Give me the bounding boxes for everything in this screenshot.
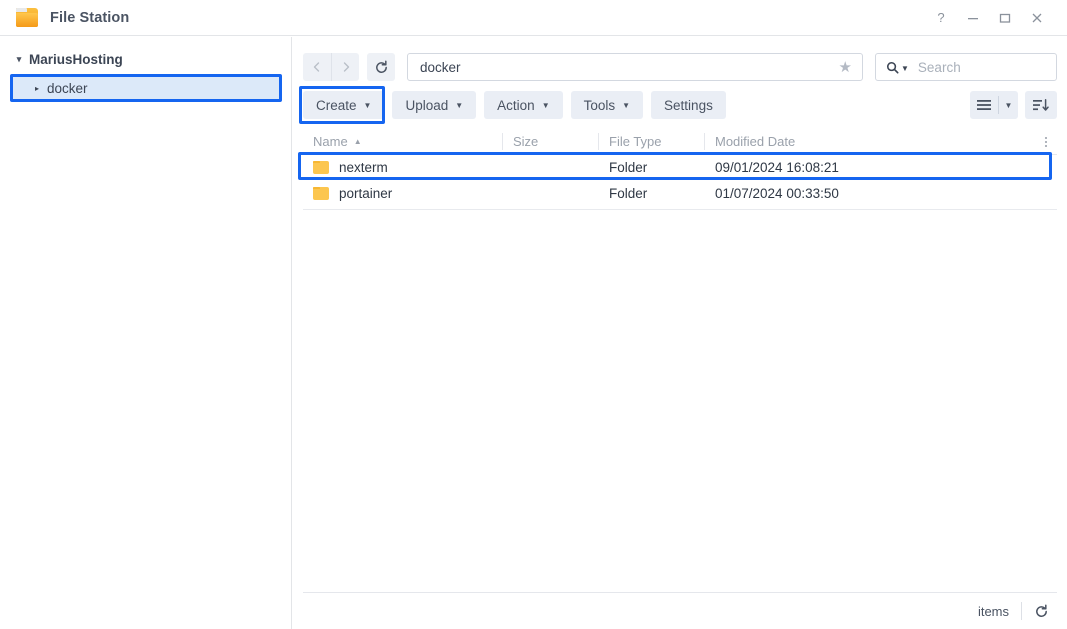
column-header-name[interactable]: Name ▲: [303, 129, 503, 155]
tools-button[interactable]: Tools ▼: [570, 91, 644, 119]
close-button[interactable]: [1021, 3, 1053, 33]
table-row[interactable]: nexterm Folder 09/01/2024 16:08:21: [303, 155, 1057, 179]
chevron-down-icon[interactable]: ▼: [999, 101, 1018, 110]
settings-button[interactable]: Settings: [651, 91, 726, 119]
list-bottom-divider: [303, 209, 1057, 210]
chevron-down-icon: ▼: [622, 100, 631, 110]
action-button-label: Action: [497, 97, 535, 113]
folder-icon: [313, 186, 329, 200]
title-bar: File Station ?: [0, 0, 1067, 36]
column-header-file-type-label: File Type: [609, 134, 662, 149]
sort-descending-icon: [1033, 98, 1049, 111]
chevron-down-icon: ▼: [541, 100, 550, 110]
create-button-label: Create: [316, 97, 357, 113]
column-header-size-label: Size: [513, 134, 539, 149]
view-mode-group: ▼: [970, 91, 1018, 119]
row-name-label: nexterm: [339, 159, 388, 175]
sidebar-tree-root[interactable]: ▾ MariusHosting: [0, 47, 291, 71]
folder-icon: [313, 160, 329, 174]
table-row[interactable]: portainer Folder 01/07/2024 00:33:50: [303, 181, 1057, 205]
column-header-size[interactable]: Size: [503, 129, 599, 155]
kebab-menu-icon[interactable]: [1035, 135, 1057, 149]
items-label: items: [977, 603, 1009, 619]
caret-down-icon[interactable]: ▾: [12, 54, 26, 65]
cell-modified-date: 09/01/2024 16:08:21: [715, 159, 839, 175]
column-header-modified-date[interactable]: Modified Date: [705, 129, 1035, 155]
status-bar: items: [303, 592, 1057, 629]
navigation-bar: docker ★ ▼ Search: [303, 53, 1057, 81]
upload-button[interactable]: Upload ▼: [392, 91, 477, 119]
star-icon[interactable]: ★: [839, 58, 852, 76]
search-input[interactable]: ▼ Search: [875, 53, 1057, 81]
status-refresh-button[interactable]: [1034, 603, 1049, 619]
action-button[interactable]: Action ▼: [484, 91, 563, 119]
sidebar-root-label: MariusHosting: [29, 51, 123, 67]
cell-size: [503, 181, 599, 205]
column-header-name-label: Name: [313, 134, 348, 149]
forward-button[interactable]: [331, 53, 359, 81]
file-list-header: Name ▲ Size File Type Modified Date: [303, 129, 1057, 155]
cell-size: [503, 155, 599, 179]
cell-file-type: Folder: [609, 185, 648, 201]
toolbar-right-group: ▼: [970, 91, 1057, 119]
search-icon[interactable]: [886, 61, 899, 74]
column-header-modified-date-label: Modified Date: [715, 134, 796, 149]
tools-button-label: Tools: [583, 97, 616, 113]
svg-text:?: ?: [937, 11, 944, 25]
sidebar-item-label: docker: [47, 80, 88, 96]
cell-name: nexterm: [303, 155, 503, 179]
main-pane: docker ★ ▼ Search Create ▼ Upload ▼ Acti…: [293, 37, 1067, 629]
list-view-icon[interactable]: [970, 99, 998, 111]
refresh-icon: [1036, 603, 1047, 617]
caret-right-icon[interactable]: ▸: [30, 84, 44, 93]
window-title: File Station: [50, 9, 130, 26]
path-input[interactable]: docker ★: [407, 53, 863, 81]
divider: [1021, 602, 1022, 620]
back-button[interactable]: [303, 53, 331, 81]
minimize-button[interactable]: [957, 3, 989, 33]
maximize-button[interactable]: [989, 3, 1021, 33]
cell-name: portainer: [303, 181, 503, 205]
path-value: docker: [420, 59, 461, 75]
chevron-down-icon: ▼: [455, 100, 464, 110]
sidebar-item-docker[interactable]: ▸ docker: [10, 75, 281, 101]
row-name-label: portainer: [339, 185, 393, 201]
chevron-down-icon: ▼: [363, 100, 372, 110]
toolbar: Create ▼ Upload ▼ Action ▼ Tools ▼ Setti…: [299, 86, 1057, 124]
sidebar: ▾ MariusHosting ▸ docker: [0, 37, 292, 629]
help-button[interactable]: ?: [925, 3, 957, 33]
sort-ascending-icon: ▲: [353, 137, 362, 146]
create-button[interactable]: Create ▼: [303, 91, 385, 119]
upload-button-label: Upload: [405, 97, 449, 113]
cell-file-type: Folder: [609, 159, 648, 175]
column-header-file-type[interactable]: File Type: [599, 129, 705, 155]
refresh-button[interactable]: [367, 53, 395, 81]
window-controls: ?: [925, 3, 1053, 33]
sort-button[interactable]: [1025, 91, 1057, 119]
chevron-down-icon[interactable]: ▼: [901, 64, 909, 73]
file-list: nexterm Folder 09/01/2024 16:08:21 porta…: [298, 152, 1057, 210]
settings-button-label: Settings: [664, 97, 713, 113]
cell-modified-date: 01/07/2024 00:33:50: [715, 185, 839, 201]
file-station-folder-icon: [16, 8, 38, 27]
search-placeholder: Search: [917, 59, 961, 75]
